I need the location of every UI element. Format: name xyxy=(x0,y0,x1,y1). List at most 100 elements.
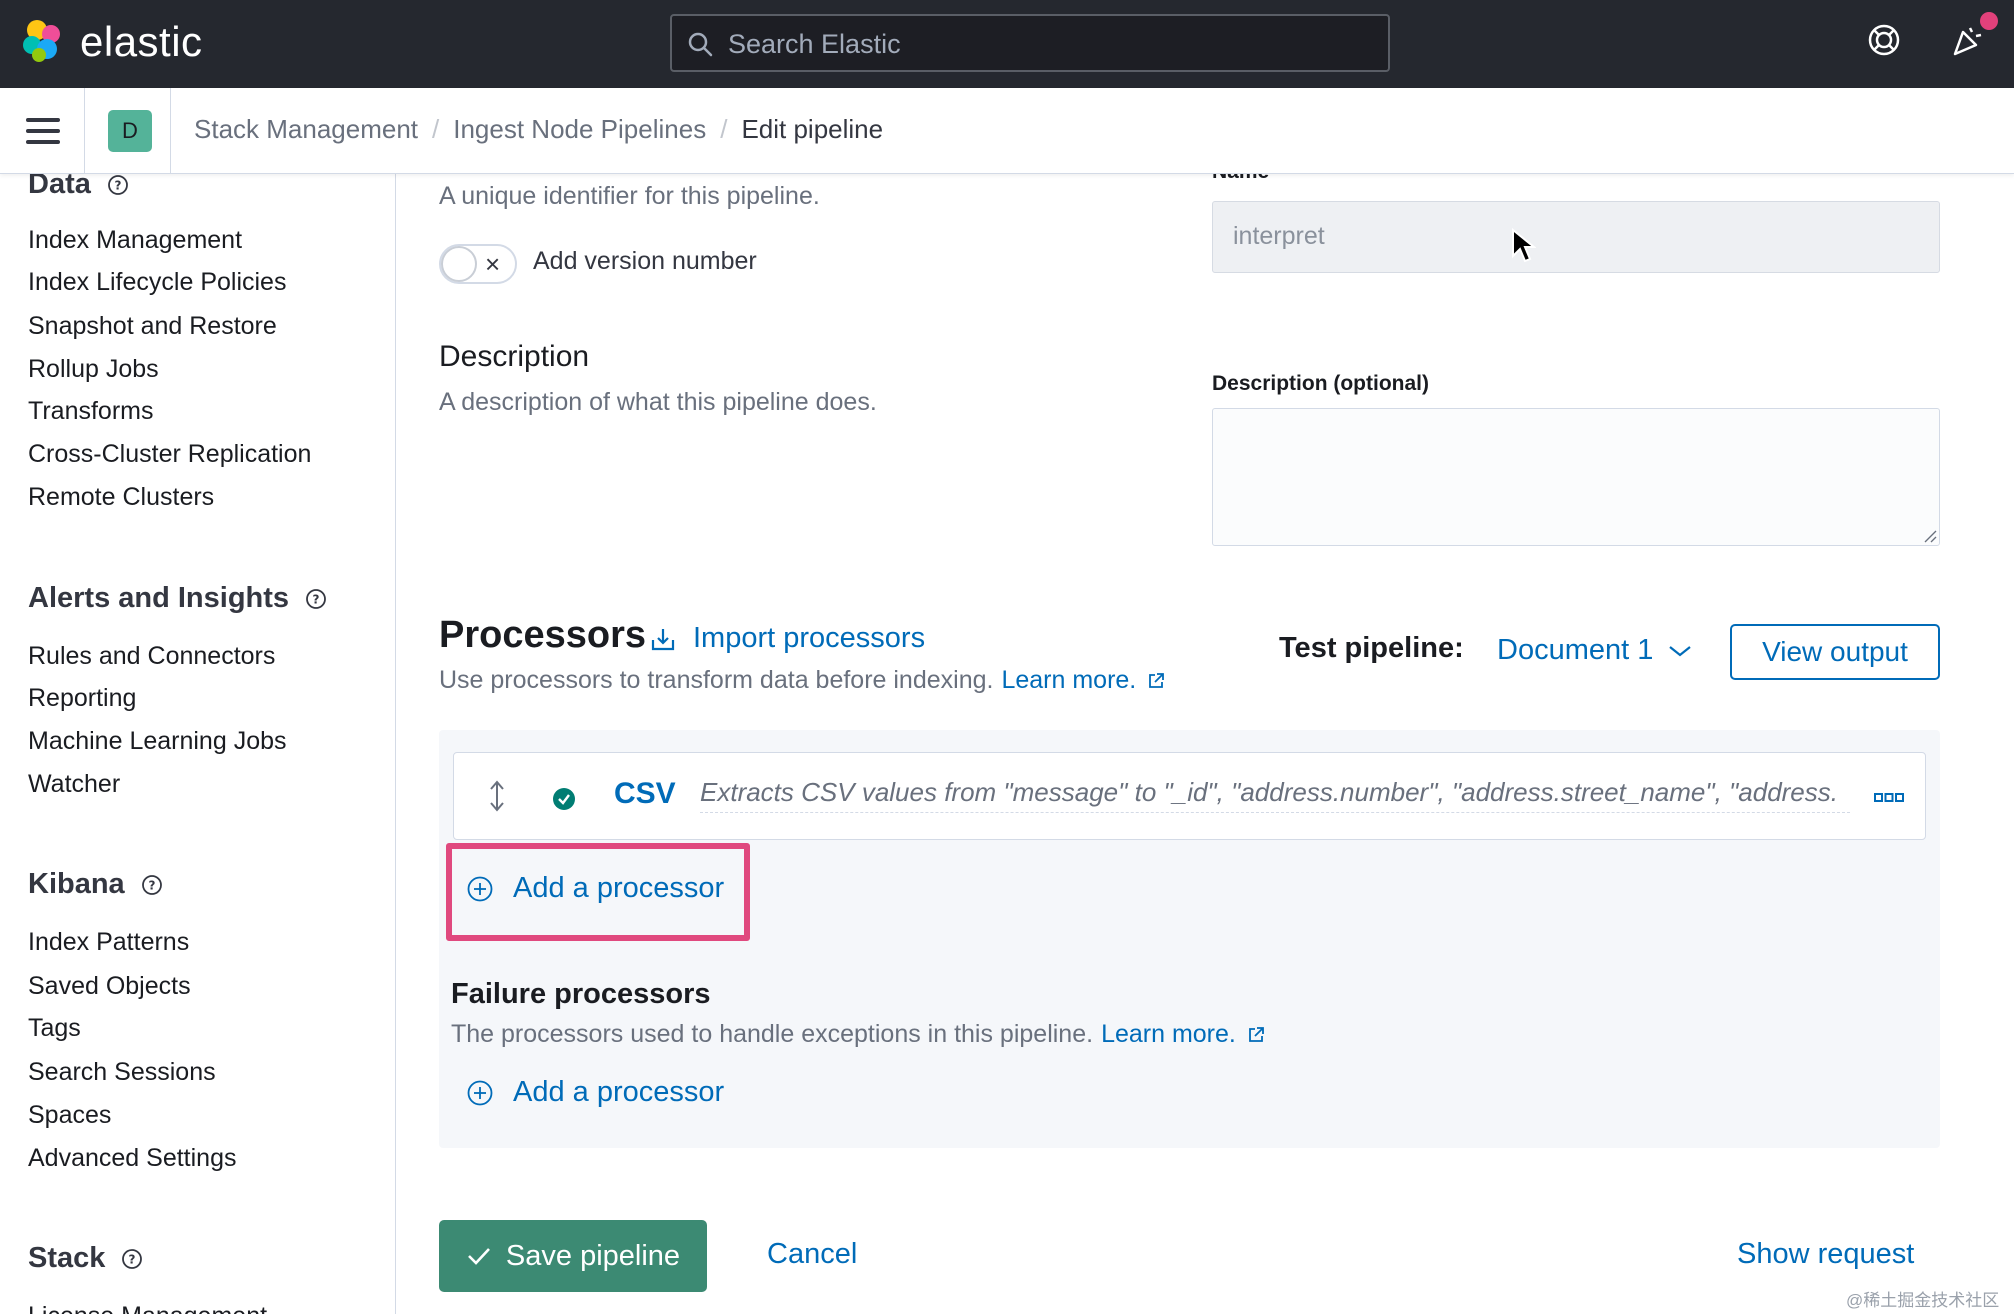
sidebar-item-tags[interactable]: Tags xyxy=(28,1014,81,1043)
sidebar-item-rules[interactable]: Rules and Connectors xyxy=(28,642,275,671)
sidebar-item-rollup-jobs[interactable]: Rollup Jobs xyxy=(28,355,159,384)
mouse-cursor-icon xyxy=(1512,228,1536,263)
sidebar-item-index-patterns[interactable]: Index Patterns xyxy=(28,928,189,957)
divider xyxy=(170,88,171,174)
sidebar-section-data: Data ? xyxy=(28,174,129,201)
sidebar-item-spaces[interactable]: Spaces xyxy=(28,1101,111,1130)
plus-circle-icon xyxy=(467,1080,493,1105)
processor-row[interactable]: CSV Extracts CSV values from "message" t… xyxy=(453,752,1926,840)
sidebar-item-saved-objects[interactable]: Saved Objects xyxy=(28,972,191,1001)
save-pipeline-button[interactable]: Save pipeline xyxy=(439,1220,707,1292)
svg-text:?: ? xyxy=(114,178,121,192)
processors-title: Processors xyxy=(439,614,647,656)
add-processor-button[interactable]: Add a processor xyxy=(467,872,724,905)
sidebar-item-ml-jobs[interactable]: Machine Learning Jobs xyxy=(28,727,287,756)
processors-panel: CSV Extracts CSV values from "message" t… xyxy=(439,730,1940,1148)
newsfeed-cheer-icon[interactable] xyxy=(1950,22,1986,58)
sidebar-item-watcher[interactable]: Watcher xyxy=(28,770,120,799)
show-request-button[interactable]: Show request xyxy=(1737,1238,1914,1271)
space-avatar[interactable]: D xyxy=(108,110,152,152)
name-label: Name xyxy=(1212,174,1269,184)
description-textarea[interactable] xyxy=(1212,408,1940,546)
question-icon[interactable]: ? xyxy=(305,588,327,610)
add-failure-processor-label: Add a processor xyxy=(513,1076,725,1108)
import-processors-label: Import processors xyxy=(693,622,926,654)
check-icon xyxy=(468,1248,490,1265)
sidebar-section-alerts: Alerts and Insights ? xyxy=(28,582,327,615)
sidebar-section-stack: Stack ? xyxy=(28,1242,143,1275)
top-header: elastic Search Elastic xyxy=(0,0,2014,88)
description-title: Description xyxy=(439,340,590,373)
resize-handle-icon[interactable] xyxy=(1921,527,1937,543)
sidebar-item-search-sessions[interactable]: Search Sessions xyxy=(28,1058,216,1087)
notification-badge xyxy=(1980,12,1998,30)
brand-name[interactable]: elastic xyxy=(80,18,203,66)
document-select[interactable]: Document 1 xyxy=(1497,634,1693,667)
add-failure-processor-button[interactable]: Add a processor xyxy=(467,1076,724,1109)
sidebar-item-reporting[interactable]: Reporting xyxy=(28,684,136,713)
cancel-button[interactable]: Cancel xyxy=(767,1238,857,1271)
processor-description[interactable]: Extracts CSV values from "message" to "_… xyxy=(700,777,1850,813)
breadcrumb-stack-management[interactable]: Stack Management xyxy=(194,114,418,145)
view-output-button[interactable]: View output xyxy=(1730,624,1940,680)
import-icon xyxy=(651,628,675,650)
breadcrumb-separator: / xyxy=(432,114,440,144)
version-toggle-label[interactable]: Add version number xyxy=(533,247,757,276)
question-icon[interactable]: ? xyxy=(141,874,163,896)
question-icon[interactable]: ? xyxy=(121,1248,143,1270)
sidebar-item-ilm[interactable]: Index Lifecycle Policies xyxy=(28,268,286,297)
breadcrumb-bar: D Stack Management / Ingest Node Pipelin… xyxy=(0,88,2014,174)
description-label: Description (optional) xyxy=(1212,372,1429,395)
save-pipeline-label: Save pipeline xyxy=(505,1239,681,1272)
toggle-knob xyxy=(441,246,477,282)
sidebar-item-license-management[interactable]: License Management xyxy=(28,1302,267,1314)
close-icon: × xyxy=(485,249,501,279)
failure-learn-more-link[interactable]: Learn more. xyxy=(1101,1020,1236,1049)
breadcrumb: Stack Management / Ingest Node Pipelines… xyxy=(194,114,883,145)
search-icon xyxy=(688,32,713,57)
svg-text:?: ? xyxy=(148,878,155,892)
sidebar-item-index-management[interactable]: Index Management xyxy=(28,226,242,255)
plus-circle-icon xyxy=(467,876,493,901)
sidebar-item-transforms[interactable]: Transforms xyxy=(28,397,153,426)
sidebar-item-ccr[interactable]: Cross-Cluster Replication xyxy=(28,440,311,469)
sidebar-item-advanced-settings[interactable]: Advanced Settings xyxy=(28,1144,236,1173)
sidebar-item-remote-clusters[interactable]: Remote Clusters xyxy=(28,483,214,512)
more-actions-icon[interactable] xyxy=(1874,793,1904,803)
learn-more-link[interactable]: Learn more. xyxy=(1001,666,1136,695)
question-icon[interactable]: ? xyxy=(107,174,129,196)
chevron-down-icon xyxy=(1669,645,1692,656)
breadcrumb-ingest-pipelines[interactable]: Ingest Node Pipelines xyxy=(453,114,706,145)
external-link-icon xyxy=(1149,672,1165,688)
breadcrumb-separator: / xyxy=(720,114,728,144)
divider xyxy=(84,88,85,174)
check-circle-icon xyxy=(553,788,575,810)
description-help-text: A description of what this pipeline does… xyxy=(439,388,877,416)
add-processor-label: Add a processor xyxy=(513,872,725,904)
breadcrumb-edit-pipeline: Edit pipeline xyxy=(741,114,884,144)
drag-handle-icon[interactable] xyxy=(484,779,510,813)
document-select-value: Document 1 xyxy=(1497,634,1654,666)
elastic-logo-icon[interactable] xyxy=(20,18,66,64)
failure-processors-title: Failure processors xyxy=(451,978,711,1010)
processors-help: Use processors to transform data before … xyxy=(439,666,1166,695)
search-placeholder: Search Elastic xyxy=(728,29,901,59)
name-help-text: A unique identifier for this pipeline. xyxy=(439,182,820,210)
version-toggle[interactable]: × xyxy=(439,244,517,284)
help-lifebuoy-icon[interactable] xyxy=(1866,22,1902,58)
menu-toggle-icon[interactable] xyxy=(26,118,60,144)
edit-pipeline-form: A unique identifier for this pipeline. N… xyxy=(397,174,2014,1314)
name-field[interactable]: interpret xyxy=(1212,201,1940,273)
sidebar-item-snapshot-restore[interactable]: Snapshot and Restore xyxy=(28,312,277,341)
processor-type-label[interactable]: CSV xyxy=(614,777,676,811)
external-link-icon xyxy=(1248,1026,1264,1042)
svg-text:?: ? xyxy=(129,1252,136,1266)
failure-processors-help: The processors used to handle exceptions… xyxy=(451,1020,1266,1049)
search-input[interactable]: Search Elastic xyxy=(670,14,1390,72)
watermark: @稀土掘金技术社区 xyxy=(1846,1291,2000,1310)
name-field-value: interpret xyxy=(1233,222,1325,250)
import-processors-link[interactable]: Import processors xyxy=(649,622,925,655)
test-pipeline-label: Test pipeline: xyxy=(1279,632,1464,664)
management-sidebar: Data ? Index Management Index Lifecycle … xyxy=(0,174,396,1314)
sidebar-section-kibana: Kibana ? xyxy=(28,868,163,901)
